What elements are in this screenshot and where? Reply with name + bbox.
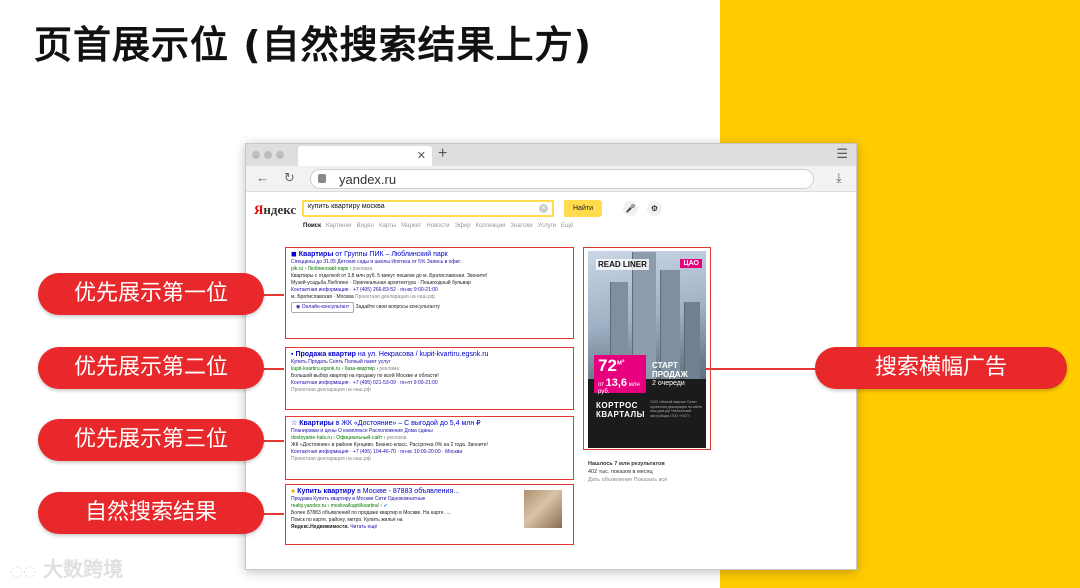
result-3-title[interactable]: ☆ Квартиры в ЖК «Достояние» – С выгодой … xyxy=(291,419,571,428)
banner-kortros: КОРТРОС КВАРТАЛЫ xyxy=(596,401,645,419)
slide-title: 页首展示位 (自然搜索结果上方) xyxy=(34,23,592,67)
result-2-url: kupit-kvartiru.egsnk.ru › база-квартир ›… xyxy=(291,365,400,372)
organic-url: realty.yandex.ru › moskva/kupit/kvartira… xyxy=(291,502,388,509)
result-1-desc: Квартиры с отделкой от 3,8 млн руб. 5 ми… xyxy=(291,272,488,279)
address-bar-row: ← ↻ yandex.ru ⤓ xyxy=(246,166,856,192)
window-close-dot[interactable] xyxy=(252,151,260,159)
result-3-sitelinks[interactable]: Планировки и цены О комплексе Расположен… xyxy=(291,428,571,435)
nav-tab-3[interactable]: Карты xyxy=(379,223,396,229)
label-second-position: 优先展示第二位 xyxy=(38,347,264,389)
result-1-contact[interactable]: Контактная информация · +7 (495) 266-83-… xyxy=(291,287,571,294)
url-text: yandex.ru xyxy=(339,172,397,187)
result-2-sitelinks[interactable]: Купить Продать Снять Полный пакет услуг xyxy=(291,359,571,366)
result-1-title[interactable]: ◼ Квартиры от Группы ПИК – Люблинский па… xyxy=(291,250,571,259)
connector-line-banner xyxy=(705,368,817,370)
banner-ad[interactable]: READ LINER ЦАО 72м² от 13,6 млн руб. СТА… xyxy=(588,251,706,448)
url-field[interactable]: yandex.ru xyxy=(310,169,814,189)
tab-close-icon[interactable]: ✕ xyxy=(417,149,426,162)
result-1-sitelinks[interactable]: Спеццены до 31.05 Детские сады и школы И… xyxy=(291,259,571,266)
ad-result-2: ▪ Продажа квартир на ул. Некрасова / kup… xyxy=(291,350,571,394)
banner-price: 72м² от 13,6 млн руб. xyxy=(594,355,646,395)
nav-tab-8[interactable]: Знатоки xyxy=(510,223,532,229)
browser-window: ✕ + ☰ ← ↻ yandex.ru ⤓ Яндекс купить квар… xyxy=(245,143,857,570)
nav-tab-10[interactable]: Ещё xyxy=(561,223,573,229)
download-icon[interactable]: ⤓ xyxy=(836,170,842,186)
search-query: купить квартиру москва xyxy=(308,203,385,210)
logo-rest: ндекс xyxy=(263,202,297,217)
nav-tab-9[interactable]: Услуги xyxy=(538,223,556,229)
nav-tab-4[interactable]: Маркет xyxy=(401,223,421,229)
new-tab-icon[interactable]: + xyxy=(438,145,447,163)
apartment-thumbnail[interactable] xyxy=(524,490,562,528)
result-3-desc: ЖК «Достояние» в районе Кунцево. Бизнес-… xyxy=(291,441,488,448)
label-organic-results: 自然搜索结果 xyxy=(38,492,264,534)
result-1-url: pik.ru › Люблинский-парк › реклама xyxy=(291,265,373,272)
reload-icon[interactable]: ↻ xyxy=(284,170,295,186)
nav-tab-6[interactable]: Эфир xyxy=(455,223,471,229)
connector-line-4 xyxy=(262,513,284,515)
connector-line-2 xyxy=(262,368,284,370)
nav-tab-5[interactable]: Новости xyxy=(426,223,449,229)
read-more-link[interactable]: Читать ещё xyxy=(350,524,377,530)
yandex-logo[interactable]: Яндекс xyxy=(254,202,296,218)
banner-start-sales: СТАРТ ПРОДАЖ 2 очереди xyxy=(652,361,688,387)
search-button[interactable]: Найти xyxy=(564,200,602,217)
result-3-note: Проектная декларация на наш.рф xyxy=(291,455,371,462)
result-3-contact[interactable]: Контактная информация · +7 (495) 104-46-… xyxy=(291,449,571,456)
result-1-desc2: Музей-усадьба Люблино · Оригинальная арх… xyxy=(291,279,471,286)
browser-tab[interactable]: ✕ xyxy=(298,146,432,166)
banner-disclaimer: ООО «Жилой квартал Сити» проектная декла… xyxy=(650,400,702,418)
tab-bar: ✕ + ☰ xyxy=(246,144,856,166)
settings-icon[interactable]: ⚙ xyxy=(647,201,662,216)
search-tabs: Поиск Картинки Видео Карты Маркет Новости Эфир… xyxy=(303,223,578,229)
back-arrow-icon[interactable]: ← xyxy=(256,170,269,185)
organic-desc3: Яндекс.Недвижимости. Читать ещё xyxy=(291,523,378,530)
organic-result-title[interactable]: ● Купить квартиру в Москве - 87883 объяв… xyxy=(291,487,521,496)
stats-links[interactable]: Дать объявление Показать всё xyxy=(588,476,667,484)
nav-tab-0[interactable]: Поиск xyxy=(303,223,321,229)
connector-line-3 xyxy=(262,440,284,442)
browser-menu-icon[interactable]: ☰ xyxy=(836,146,848,162)
search-input[interactable]: купить квартиру москва × xyxy=(302,200,554,217)
banner-district: ЦАО xyxy=(680,259,702,268)
nav-tab-7[interactable]: Коллекции xyxy=(476,223,506,229)
watermark: ◌◌ 大数跨境 xyxy=(10,557,124,581)
result-2-contact[interactable]: Контактная информация · +7 (495) 021-53-… xyxy=(291,380,571,387)
result-2-note: Проектная декларация на наш.рф xyxy=(291,386,371,393)
result-2-title[interactable]: ▪ Продажа квартир на ул. Некрасова / kup… xyxy=(291,350,571,359)
ad-result-1: ◼ Квартиры от Группы ПИК – Люблинский па… xyxy=(291,250,571,314)
label-first-position: 优先展示第一位 xyxy=(38,273,264,315)
ad-result-3: ☆ Квартиры в ЖК «Достояние» – С выгодой … xyxy=(291,419,571,463)
online-consultant-button[interactable]: ◉ Онлайн-консультант xyxy=(291,302,355,314)
organic-result: ● Купить квартиру в Москве - 87883 объяв… xyxy=(291,487,521,531)
organic-sitelinks[interactable]: Продажа Купить квартиру в Москве Сити Од… xyxy=(291,496,521,503)
result-1-address: м. Братиславская · Москва Проектная декл… xyxy=(291,293,435,300)
organic-desc: Более 87883 объявлений по продаже кварти… xyxy=(291,509,451,516)
clear-icon[interactable]: × xyxy=(539,204,548,213)
result-2-desc: Большой выбор квартир на продажу по всей… xyxy=(291,372,439,379)
label-search-banner: 搜索横幅广告 xyxy=(815,347,1067,389)
organic-desc2: Поиск по карте, району, метро. Купить жи… xyxy=(291,516,403,523)
connector-line-1 xyxy=(262,294,284,296)
window-minimize-dot[interactable] xyxy=(264,151,272,159)
result-1-consult-row: ◉ Онлайн-консультант Задайте свои вопрос… xyxy=(291,302,571,314)
lock-icon xyxy=(318,174,326,183)
nav-tab-1[interactable]: Картинки xyxy=(326,223,351,229)
nav-tab-2[interactable]: Видео xyxy=(356,223,374,229)
banner-brand: READ LINER xyxy=(596,259,649,270)
logo-first-letter: Я xyxy=(254,202,264,217)
microphone-icon[interactable]: 🎤 xyxy=(623,201,638,216)
result-3-url: dostoyanie-hals.ru › Официальный-сайт › … xyxy=(291,434,407,441)
result-stats: Нашлось 7 млн результатов 402 тыс. показ… xyxy=(588,461,668,484)
window-maximize-dot[interactable] xyxy=(276,151,284,159)
label-third-position: 优先展示第三位 xyxy=(38,419,264,461)
